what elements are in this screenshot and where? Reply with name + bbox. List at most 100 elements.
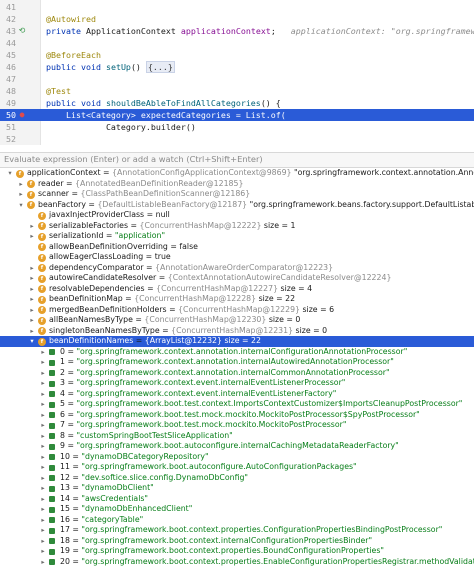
expand-arrow-icon[interactable]: ▸ [28,263,36,274]
expand-arrow-icon[interactable]: ▸ [39,462,47,473]
variable-text: resolvableDependencies = {ConcurrentHash… [49,283,313,293]
expand-arrow-icon[interactable]: ▸ [28,326,36,337]
array-element-row[interactable]: ▸ 11 = "org.springframework.boot.autoconf… [0,462,474,473]
code-line-48[interactable]: 48 @Test [0,85,474,97]
array-element-row[interactable]: ▸ 15 = "dynamoDbEnhancedClient" [0,504,474,515]
expand-arrow-icon[interactable]: ▸ [39,536,47,547]
breakpoint-icon[interactable]: ● [16,109,28,121]
expand-arrow-icon[interactable]: ▸ [39,347,47,358]
array-element-row[interactable]: ▸ 10 = "dynamoDBCategoryRepository" [0,452,474,463]
variable-row-serializablefactories[interactable]: ▸ f serializableFactories = {ConcurrentHas… [0,221,474,232]
expand-arrow-icon[interactable]: ▸ [28,305,36,316]
array-element-row[interactable]: ▸ 18 = "org.springframework.boot.context.… [0,536,474,547]
collapse-arrow-icon[interactable]: ▾ [28,336,36,347]
expand-arrow-icon[interactable]: ▸ [17,189,25,200]
expand-arrow-icon[interactable]: ▸ [39,357,47,368]
array-element-row[interactable]: ▸ 17 = "org.springframework.boot.context.… [0,525,474,536]
variable-row-beandefinitionnames[interactable]: ▾ f beanDefinitionNames = {ArrayList@12232… [0,336,474,347]
expand-arrow-icon[interactable]: ▸ [39,452,47,463]
variable-name: 14 [60,493,70,503]
code-line-51[interactable]: 51 Category.builder() [0,121,474,133]
expand-arrow-icon[interactable]: ▸ [39,389,47,400]
array-element-row[interactable]: ▸ 0 = "org.springframework.context.annota… [0,347,474,358]
expand-arrow-icon[interactable]: ▸ [28,284,36,295]
expand-arrow-icon[interactable]: ▸ [39,504,47,515]
expand-arrow-icon[interactable]: ▸ [39,441,47,452]
expand-arrow-icon[interactable]: ▸ [39,378,47,389]
expand-arrow-icon[interactable]: ▸ [39,546,47,557]
expand-arrow-icon[interactable]: ▸ [39,515,47,526]
variable-row-allbeannamesbytype[interactable]: ▸ f allBeanNamesByType = {ConcurrentHashMa… [0,315,474,326]
variable-row-beanfactory[interactable]: ▾ f beanFactory = {DefaultListableBeanFact… [0,200,474,211]
variable-row-serializationid[interactable]: ▸ f serializationId = "application" [0,231,474,242]
variable-row-singletonbeannamesbytype[interactable]: ▸ f singletonBeanNamesByType = {Concurrent… [0,326,474,337]
expand-arrow-icon[interactable]: ▸ [28,231,36,242]
expand-arrow-icon[interactable]: ▸ [28,315,36,326]
array-element-row[interactable]: ▸ 12 = "dev.softice.slice.config.DynamoDb… [0,473,474,484]
variable-row-autowirecandidateresolver[interactable]: ▸ f autowireCandidateResolver = {ContextAn… [0,273,474,284]
expand-arrow-icon[interactable]: ▸ [39,557,47,568]
array-element-row[interactable]: ▸ 4 = "org.springframework.context.event.… [0,389,474,400]
field-icon: f [38,337,46,346]
code-line-41[interactable]: 41 [0,1,474,13]
code-line-44[interactable]: 44 [0,37,474,49]
collapse-arrow-icon[interactable]: ▾ [6,168,14,179]
array-element-row[interactable]: ▸ 1 = "org.springframework.context.annota… [0,357,474,368]
variable-row-applicationcontext[interactable]: ▾ f applicationContext = {AnnotationConfig… [0,168,474,179]
array-element-row[interactable]: ▸ 7 = "org.springframework.boot.test.mock… [0,420,474,431]
variable-row-resolvabledependencies[interactable]: ▸ f resolvableDependencies = {ConcurrentHa… [0,284,474,295]
variable-row-alloweagerclassloading[interactable]: f allowEagerClassLoading = true [0,252,474,263]
array-element-row[interactable]: ▸ 19 = "org.springframework.boot.context.… [0,546,474,557]
code-line-50[interactable]: 50 ● List<Category> expectedCategories = … [0,109,474,121]
expand-arrow-icon[interactable]: ▸ [39,420,47,431]
evaluate-expression-field[interactable]: Evaluate expression (Enter) or add a wat… [0,152,474,168]
code-line-47[interactable]: 47 [0,73,474,85]
code-line-45[interactable]: 45 @BeforeEach [0,49,474,61]
expand-arrow-icon[interactable]: ▸ [39,483,47,494]
variable-name: 18 [60,535,70,545]
line-number: 41 [6,2,16,12]
variable-row-dependencycomparator[interactable]: ▸ f dependencyComparator = {AnnotationAwar… [0,263,474,274]
array-element-row[interactable]: ▸ 3 = "org.springframework.context.event.… [0,378,474,389]
code-line-52[interactable]: 52 [0,133,474,145]
code-line-43[interactable]: 43 ⟲ private ApplicationContext applicatio… [0,25,474,37]
array-element-row[interactable]: ▸ 9 = "org.springframework.boot.autoconfi… [0,441,474,452]
code-line-42[interactable]: 42 @Autowired [0,13,474,25]
variable-row-scanner[interactable]: ▸ f scanner = {ClassPathBeanDefinitionScan… [0,189,474,200]
variable-type: {DefaultListableBeanFactory@12187} [97,199,250,209]
array-element-row[interactable]: ▸ 20 = "org.springframework.boot.context.… [0,557,474,568]
expand-arrow-icon[interactable]: ▸ [28,294,36,305]
array-element-row[interactable]: ▸ 2 = "org.springframework.context.annota… [0,368,474,379]
array-element-row[interactable]: ▸ 13 = "dynamoDbClient" [0,483,474,494]
array-element-icon [49,412,55,418]
code-editor[interactable]: 41 42 @Autowired 43 ⟲ private ApplicationCont… [0,0,474,145]
array-element-row[interactable]: ▸ 6 = "org.springframework.boot.test.mock… [0,410,474,421]
variable-name: beanFactory [38,199,86,209]
array-element-row[interactable]: ▸ 16 = "categoryTable" [0,515,474,526]
variable-row-mergedbeandefinitionholders[interactable]: ▸ f mergedBeanDefinitionHolders = {Concurr… [0,305,474,316]
collapse-arrow-icon[interactable]: ▾ [17,200,25,211]
expand-arrow-icon[interactable]: ▸ [39,399,47,410]
array-element-row[interactable]: ▸ 14 = "awsCredentials" [0,494,474,505]
expand-arrow-icon[interactable]: ▸ [28,221,36,232]
variable-row-allowbeandefinitionoverriding[interactable]: f allowBeanDefinitionOverriding = false [0,242,474,253]
expand-arrow-icon[interactable]: ▸ [28,273,36,284]
code-line-49[interactable]: 49 public void shouldBeAbleToFindAllCateg… [0,97,474,109]
code-line-46[interactable]: 46 public void setUp() {...} [0,61,474,73]
expand-arrow-icon[interactable]: ▸ [17,179,25,190]
expand-arrow-icon[interactable]: ▸ [39,494,47,505]
variable-row-reader[interactable]: ▸ f reader = {AnnotatedBeanDefinitionReade… [0,179,474,190]
variable-row-beandefinitionmap[interactable]: ▸ f beanDefinitionMap = {ConcurrentHashMap… [0,294,474,305]
variables-tree[interactable]: ▾ f applicationContext = {AnnotationConfig… [0,168,474,568]
expand-arrow-icon[interactable]: ▸ [39,410,47,421]
folded-code-block[interactable]: {...} [145,61,175,73]
expand-arrow-icon[interactable]: ▸ [39,431,47,442]
array-element-row[interactable]: ▸ 8 = "customSpringBootTestSliceApplicati… [0,431,474,442]
autowire-gutter-icon[interactable]: ⟲ [16,25,28,37]
variable-row-javaxinjectproviderclass[interactable]: f javaxInjectProviderClass = null [0,210,474,221]
array-element-row[interactable]: ▸ 5 = "org.springframework.boot.test.cont… [0,399,474,410]
variable-value: "org.springframework.context.annotation.… [76,357,394,366]
expand-arrow-icon[interactable]: ▸ [39,368,47,379]
expand-arrow-icon[interactable]: ▸ [39,473,47,484]
expand-arrow-icon[interactable]: ▸ [39,525,47,536]
